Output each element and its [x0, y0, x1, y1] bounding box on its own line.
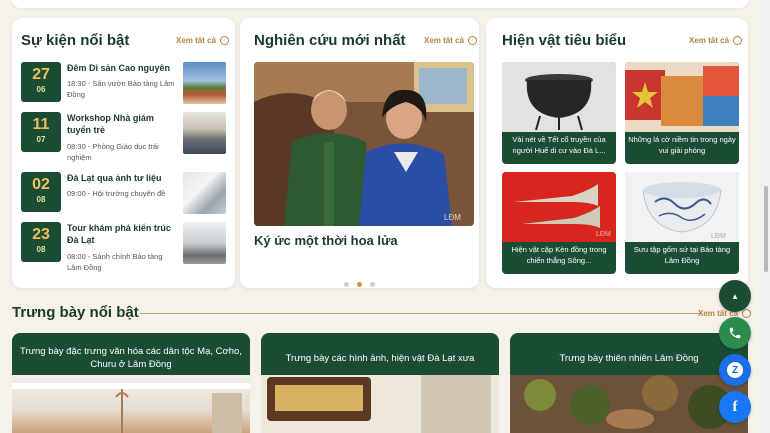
event-meta: 08:00 - Sảnh chính Bảo tàng Lâm Đồng [67, 252, 163, 272]
flags-illustration [625, 66, 739, 126]
event-title[interactable]: Đêm Di sản Cao nguyên [67, 62, 179, 74]
exhibition-title: Trưng bày thiên nhiên Lâm Đồng [559, 352, 699, 364]
event-thumbnail[interactable] [183, 62, 226, 104]
event-title[interactable]: Workshop Nhà giám tuyển trẻ [67, 112, 179, 136]
event-thumbnail[interactable] [183, 112, 226, 154]
exhibitions-divider [140, 313, 700, 314]
artifact-image [502, 62, 616, 132]
event-month: 06 [36, 85, 46, 94]
event-month: 07 [36, 135, 46, 144]
event-item[interactable]: 02 08 Đà Lạt qua ảnh tư liệu 09:00 - Hội… [21, 172, 226, 222]
events-title: Sự kiện nổi bật [21, 32, 130, 49]
arrow-up-icon: ▲ [731, 291, 739, 301]
event-title[interactable]: Tour khám phá kiến trúc Đà Lạt [67, 222, 179, 246]
carousel-dot-active[interactable] [357, 282, 362, 287]
wooden-sign-illustration [261, 375, 499, 433]
facebook-icon: f [732, 398, 738, 415]
artifacts-view-all-link[interactable]: Xem tất cả [689, 36, 743, 45]
event-thumbnail[interactable] [183, 172, 226, 214]
svg-text:LĐM: LĐM [596, 231, 611, 238]
event-meta: 18:30 - Sân vườn Bảo tàng Lâm Đồng [67, 79, 175, 99]
research-view-all-label: Xem tất cả [424, 36, 465, 45]
event-day: 23 [32, 226, 50, 243]
event-month: 08 [36, 245, 46, 254]
artifacts-card: Hiện vật tiêu biểu Xem tất cả Vài nét về… [486, 18, 748, 288]
events-view-all-label: Xem tất cả [176, 36, 217, 45]
artifact-image: LĐM [502, 172, 616, 242]
research-view-all-link[interactable]: Xem tất cả [424, 36, 478, 45]
artifact-caption: Những lá cờ niềm tin trong ngày vui giải… [628, 135, 736, 155]
carousel-dot[interactable] [343, 282, 349, 287]
research-photo-illustration: LĐM [254, 62, 474, 226]
ceramic-bowl-illustration: LĐM [642, 182, 726, 240]
artifact-caption: Vài nét về Tết cổ truyền của người Huế d… [512, 135, 606, 155]
event-date-badge: 02 08 [21, 172, 61, 212]
event-thumbnail[interactable] [183, 222, 226, 264]
exhibition-image [510, 375, 748, 433]
event-date-badge: 23 08 [21, 222, 61, 262]
circle-arrow-icon [220, 36, 230, 45]
exhibitions-view-all-link[interactable]: Xem tất cả [698, 309, 752, 318]
event-month: 08 [36, 195, 46, 204]
exhibition-room-illustration [12, 383, 250, 433]
circle-arrow-icon [468, 36, 478, 45]
zalo-icon: Z [727, 362, 743, 378]
exhibition-title: Trưng bày các hình ảnh, hiện vật Đà Lạt … [285, 352, 475, 364]
event-meta: 09:00 - Hội trường chuyên đề [67, 189, 166, 198]
artifacts-view-all-label: Xem tất cả [689, 36, 730, 45]
event-day: 02 [32, 176, 50, 193]
artifact-card[interactable]: Vài nét về Tết cổ truyền của người Huế d… [502, 62, 616, 164]
svg-text:LĐM: LĐM [711, 233, 726, 240]
pot-illustration [525, 74, 593, 131]
event-item[interactable]: 27 06 Đêm Di sản Cao nguyên 18:30 - Sân … [21, 62, 226, 112]
exhibition-image [12, 375, 250, 433]
exhibition-card[interactable]: Trưng bày các hình ảnh, hiện vật Đà Lạt … [261, 333, 499, 433]
event-item[interactable]: 23 08 Tour khám phá kiến trúc Đà Lạt 08:… [21, 222, 226, 272]
research-title: Nghiên cứu mới nhất [254, 32, 406, 49]
page-scrollbar-thumb[interactable] [764, 186, 768, 272]
phone-icon [729, 327, 741, 339]
research-card: Nghiên cứu mới nhất Xem tất cả LĐM Ký ức… [240, 18, 479, 288]
exhibition-title: Trưng bày đặc trưng văn hóa các dân tộc … [20, 346, 242, 370]
carousel-pagination [240, 274, 479, 292]
exhibition-card[interactable]: Trưng bày thiên nhiên Lâm Đồng [510, 333, 748, 433]
facebook-button[interactable]: f [719, 391, 751, 423]
event-item[interactable]: 11 07 Workshop Nhà giám tuyển trẻ 08:30 … [21, 112, 226, 162]
event-day: 11 [32, 116, 50, 133]
trumpets-illustration: LĐM [514, 184, 611, 238]
event-date-badge: 11 07 [21, 112, 61, 152]
phone-button[interactable] [719, 317, 751, 349]
top-card-edge [12, 0, 748, 8]
zalo-button[interactable]: Z [719, 354, 751, 386]
featured-research-image[interactable]: LĐM [254, 62, 474, 226]
events-view-all-link[interactable]: Xem tất cả [176, 36, 230, 45]
carousel-dot[interactable] [370, 282, 376, 287]
svg-text:LĐM: LĐM [444, 213, 461, 222]
exhibitions-title: Trưng bày nổi bật [12, 304, 139, 321]
artifact-caption: Sưu tập gốm sứ tại Bảo tàng Lâm Đồng [633, 245, 731, 265]
artifact-image [625, 62, 739, 132]
artifact-caption: Hiện vật cặp Kèn đồng trong chiến thắng … [511, 245, 607, 265]
artifact-image: LĐM [625, 172, 739, 242]
circle-arrow-icon [742, 309, 752, 318]
scroll-to-top-button[interactable]: ▲ [719, 280, 751, 312]
event-date-badge: 27 06 [21, 62, 61, 102]
events-card: Sự kiện nổi bật Xem tất cả 27 06 Đêm Di … [12, 18, 235, 288]
featured-research-caption[interactable]: Ký ức một thời hoa lửa [254, 233, 398, 248]
exhibition-image [261, 375, 499, 433]
event-day: 27 [32, 66, 50, 83]
exhibition-card[interactable]: Trưng bày đặc trưng văn hóa các dân tộc … [12, 333, 250, 433]
artifact-card[interactable]: Những lá cờ niềm tin trong ngày vui giải… [625, 62, 739, 164]
circle-arrow-icon [733, 36, 743, 45]
artifacts-title: Hiện vật tiêu biểu [502, 32, 627, 49]
artifact-card[interactable]: LĐM Sưu tập gốm sứ tại Bảo tàng Lâm Đồng [625, 172, 739, 274]
event-meta: 08:30 - Phòng Giáo dục trải nghiệm [67, 142, 159, 162]
artifact-card[interactable]: LĐM Hiện vật cặp Kèn đồng trong chiến th… [502, 172, 616, 274]
event-title[interactable]: Đà Lạt qua ảnh tư liệu [67, 172, 179, 184]
nature-diorama-illustration [510, 375, 748, 433]
